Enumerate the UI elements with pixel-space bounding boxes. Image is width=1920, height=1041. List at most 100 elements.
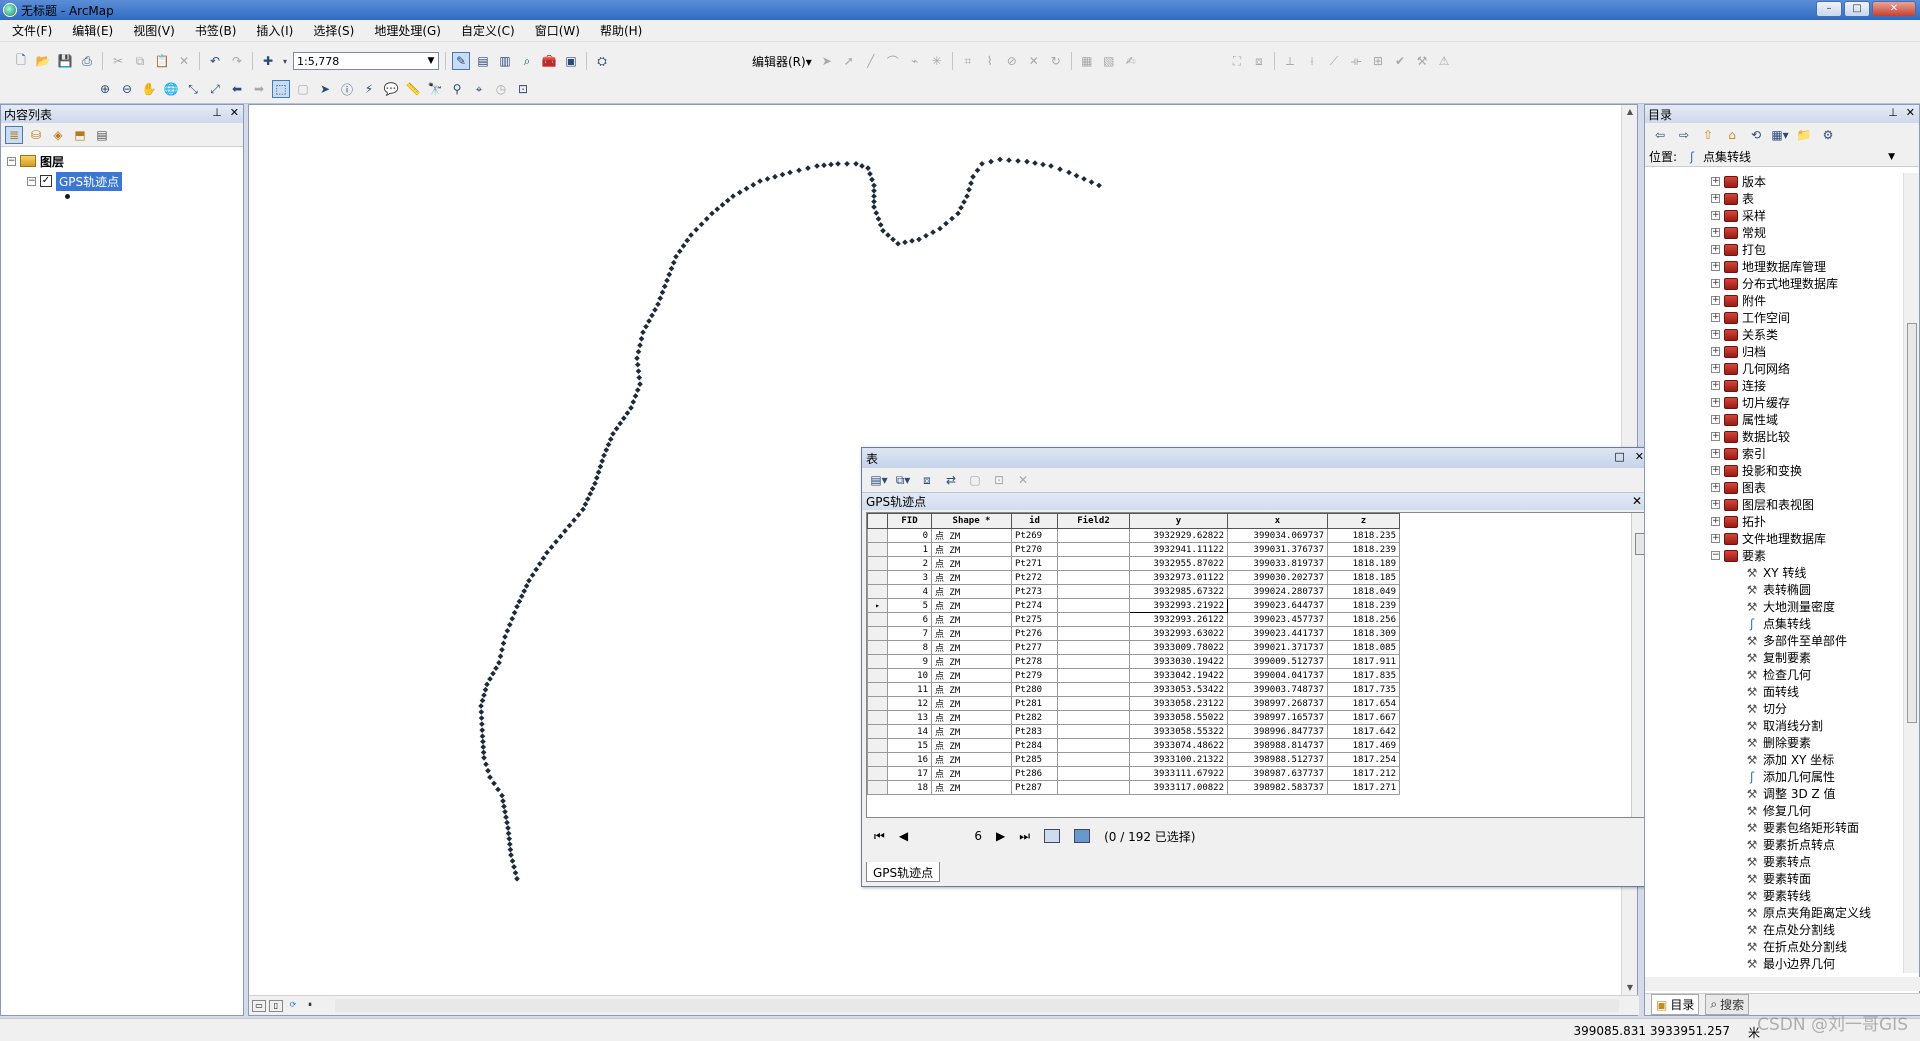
table-cell[interactable] bbox=[1057, 710, 1130, 725]
map-horizontal-scrollbar[interactable] bbox=[335, 999, 1619, 1012]
paste-icon[interactable]: 📋 bbox=[153, 52, 171, 70]
gps-point-marker[interactable] bbox=[487, 774, 493, 781]
table-cell[interactable]: 1818.185 bbox=[1327, 570, 1400, 585]
gps-point-marker[interactable] bbox=[719, 202, 726, 208]
toolset-item[interactable]: + 附件 bbox=[1645, 292, 1903, 309]
gps-point-marker[interactable] bbox=[480, 749, 487, 756]
tool-item[interactable]: ⚒ 切分 bbox=[1645, 700, 1903, 717]
toggle-contents-icon[interactable]: ⟲ bbox=[1747, 126, 1765, 144]
tool-item[interactable]: ʃ 添加几何属性 bbox=[1645, 768, 1903, 785]
column-header[interactable]: Field2 bbox=[1057, 513, 1130, 529]
gps-point-marker[interactable] bbox=[603, 447, 610, 453]
root-layer-row[interactable]: − 图层 bbox=[7, 151, 243, 171]
table-row[interactable]: 16 点 ZM Pt285 3933100.21322 398988.512737 181… bbox=[867, 752, 1400, 767]
toolset-item[interactable]: + 版本 bbox=[1645, 173, 1903, 190]
gps-point-marker[interactable] bbox=[571, 517, 577, 524]
gps-point-marker[interactable] bbox=[479, 697, 486, 704]
tab-search[interactable]: ⌕ 搜索 bbox=[1705, 994, 1750, 1015]
tool-item[interactable]: ⚒ 要素转点 bbox=[1645, 853, 1903, 870]
table-cell[interactable] bbox=[1057, 570, 1130, 585]
print-icon[interactable]: ⎙ bbox=[78, 52, 96, 70]
table-cell[interactable]: 1817.835 bbox=[1327, 668, 1400, 683]
table-cell[interactable]: 399004.041737 bbox=[1227, 668, 1328, 683]
up-one-level-icon[interactable]: ⇧ bbox=[1699, 126, 1717, 144]
close-icon[interactable]: ✕ bbox=[1635, 450, 1644, 463]
gps-point-marker[interactable] bbox=[949, 215, 955, 222]
gps-point-marker[interactable] bbox=[495, 786, 501, 793]
maximize-button[interactable]: □ bbox=[1844, 1, 1870, 17]
expand-icon[interactable]: + bbox=[1711, 279, 1720, 288]
gps-point-marker[interactable] bbox=[844, 160, 850, 167]
table-cell[interactable]: Pt276 bbox=[1011, 626, 1058, 641]
related-tables-icon[interactable]: ⧉▾ bbox=[894, 471, 912, 489]
table-cell[interactable] bbox=[1057, 654, 1130, 669]
table-cell[interactable]: 1818.309 bbox=[1327, 626, 1400, 641]
table-cell[interactable]: 398982.583737 bbox=[1227, 780, 1328, 795]
gps-point-marker[interactable] bbox=[516, 598, 523, 605]
tool-item[interactable]: ⚒ 原点夹角距离定义线 bbox=[1645, 904, 1903, 921]
row-selector[interactable]: ▸ bbox=[867, 598, 888, 613]
table-cell[interactable] bbox=[1057, 696, 1130, 711]
table-cell[interactable]: Pt274 bbox=[1011, 598, 1058, 613]
gps-point-marker[interactable] bbox=[979, 160, 985, 167]
scroll-down-icon[interactable]: ▼ bbox=[1622, 981, 1638, 995]
gps-point-marker[interactable] bbox=[698, 221, 705, 228]
gps-point-marker[interactable] bbox=[540, 555, 547, 562]
table-cell[interactable]: 1818.239 bbox=[1327, 542, 1400, 557]
table-cell[interactable]: Pt281 bbox=[1011, 696, 1058, 711]
gps-point-marker[interactable] bbox=[484, 681, 490, 688]
pin-icon[interactable]: ⊥ bbox=[1888, 106, 1898, 119]
table-cell[interactable]: 5 bbox=[887, 598, 932, 613]
column-header[interactable]: y bbox=[1129, 513, 1228, 529]
table-cell[interactable]: 3933100.21322 bbox=[1129, 752, 1228, 767]
gps-point-marker[interactable] bbox=[620, 415, 627, 422]
table-row[interactable]: ▸ 5 点 ZM Pt274 3932993.21922 399023.644737 181… bbox=[867, 598, 1400, 613]
table-cell[interactable]: 399009.512737 bbox=[1227, 654, 1328, 669]
forward-extent-icon[interactable]: ➡ bbox=[250, 80, 268, 98]
gps-point-marker[interactable] bbox=[502, 808, 508, 815]
gps-point-marker[interactable] bbox=[676, 248, 683, 255]
menu-view[interactable]: 视图(V) bbox=[131, 21, 177, 40]
table-cell[interactable]: 399023.457737 bbox=[1227, 612, 1328, 627]
table-cell[interactable]: 3933058.55322 bbox=[1129, 724, 1228, 739]
copy-icon[interactable]: ⧉ bbox=[131, 52, 149, 70]
home-icon[interactable]: ⌂ bbox=[1723, 126, 1741, 144]
table-cell[interactable]: 点 ZM bbox=[931, 710, 1012, 725]
table-bottom-tab[interactable]: GPS轨迹点 bbox=[866, 862, 941, 882]
table-cell[interactable]: 399030.202737 bbox=[1227, 570, 1328, 585]
toolset-item[interactable]: + 连接 bbox=[1645, 377, 1903, 394]
gps-point-marker[interactable] bbox=[593, 475, 600, 481]
gps-point-marker[interactable] bbox=[514, 603, 520, 610]
connect-folder-icon[interactable]: 📁 bbox=[1795, 126, 1813, 144]
table-cell[interactable]: Pt278 bbox=[1011, 654, 1058, 669]
forward-icon[interactable]: ⇨ bbox=[1675, 126, 1693, 144]
create-features-icon[interactable]: ✍ bbox=[1122, 52, 1140, 70]
table-cell[interactable]: 17 bbox=[887, 766, 932, 781]
gps-point-marker[interactable] bbox=[875, 216, 882, 222]
gps-point-marker[interactable] bbox=[666, 271, 673, 278]
tool-item[interactable]: ⚒ 调整 3D Z 值 bbox=[1645, 785, 1903, 802]
gps-point-marker[interactable] bbox=[1057, 166, 1063, 173]
table-cell[interactable]: 3933030.19422 bbox=[1129, 654, 1228, 669]
gps-point-marker[interactable] bbox=[955, 210, 961, 217]
first-record-icon[interactable]: ⏮ bbox=[874, 829, 885, 844]
table-cell[interactable]: 399034.069737 bbox=[1227, 528, 1328, 543]
gps-point-marker[interactable] bbox=[496, 659, 502, 666]
menu-insert[interactable]: 插入(I) bbox=[254, 21, 295, 40]
table-row[interactable]: 3点 ZM Pt272 3932973.01122 399030.202737 1818… bbox=[867, 570, 1400, 585]
views-icon[interactable]: ▦▾ bbox=[1771, 126, 1789, 144]
gps-point-marker[interactable] bbox=[628, 405, 634, 411]
toc-options-icon[interactable]: ▤ bbox=[93, 126, 111, 144]
table-row[interactable]: 2点 ZM Pt271 3932955.87022 399033.819737 1818… bbox=[867, 556, 1400, 571]
back-icon[interactable]: ⇦ bbox=[1651, 126, 1669, 144]
table-cell[interactable]: 399023.441737 bbox=[1227, 626, 1328, 641]
gps-point-marker[interactable] bbox=[610, 430, 616, 437]
gps-point-marker[interactable] bbox=[479, 727, 486, 733]
row-selector[interactable] bbox=[867, 570, 888, 585]
gps-point-marker[interactable] bbox=[506, 835, 513, 842]
add-data-icon[interactable]: ✚ bbox=[259, 52, 277, 70]
gps-point-marker[interactable] bbox=[1096, 182, 1102, 189]
expand-icon[interactable]: + bbox=[1711, 228, 1720, 237]
tool-item[interactable]: ⚒ 在折点处分割线 bbox=[1645, 938, 1903, 955]
gps-point-marker[interactable] bbox=[533, 566, 540, 573]
